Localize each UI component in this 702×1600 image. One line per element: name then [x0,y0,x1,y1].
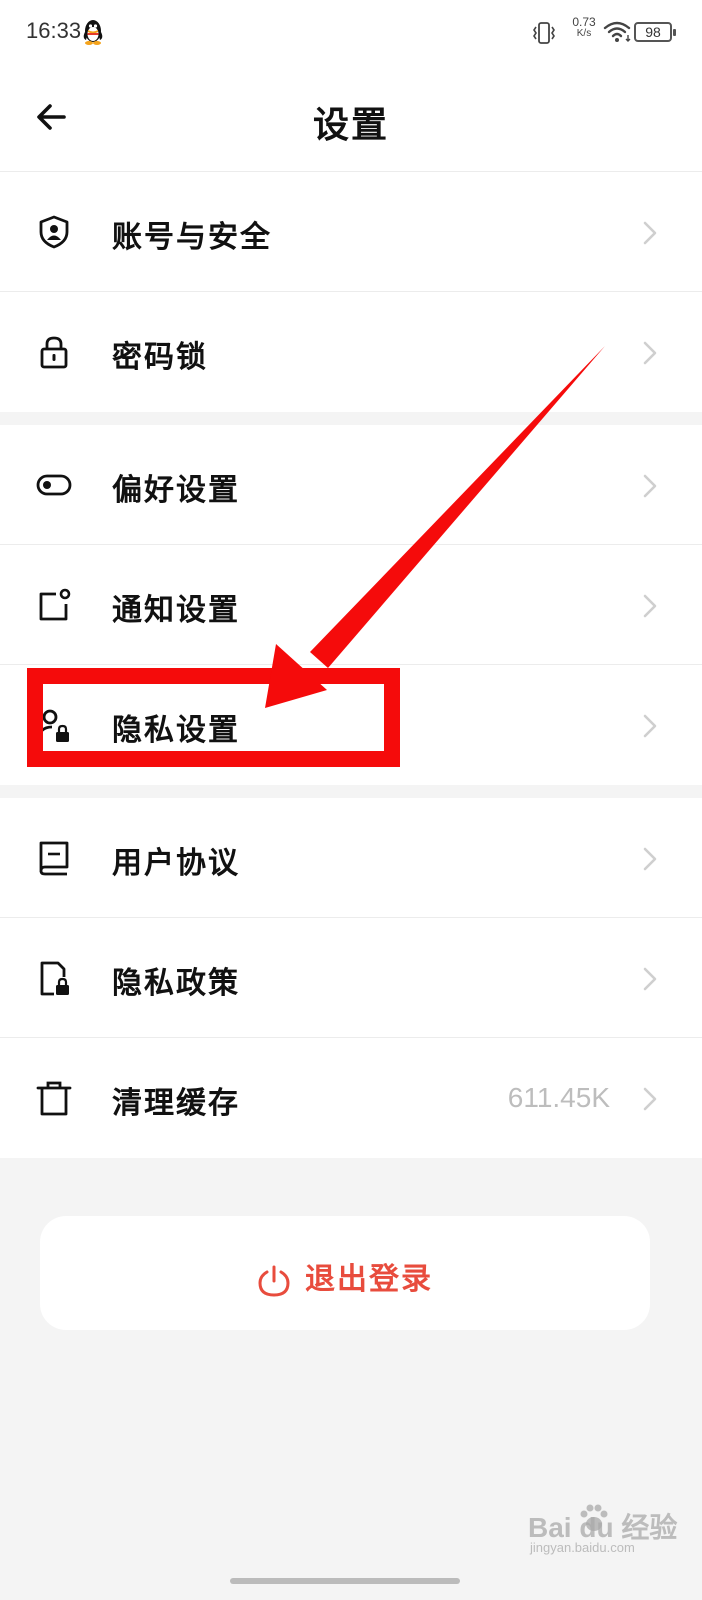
chevron-right-icon [643,594,657,618]
trash-icon [36,1081,72,1116]
settings-item-label: 隐私政策 [112,966,240,1001]
shield-user-icon [39,215,69,249]
settings-item-label: 账号与安全 [112,220,272,255]
chevron-right-icon [643,1087,657,1111]
network-speed: 0.73 K/s [566,16,602,40]
cache-size-value: 611.45K [507,1082,610,1113]
settings-item-notifications[interactable]: 通知设置 [0,545,702,665]
power-icon [258,1265,290,1297]
toggle-icon [36,474,72,496]
network-speed-unit: K/s [576,28,592,39]
settings-item-user-agreement[interactable]: 用户协议 [0,798,702,918]
logout-button[interactable]: 退出登录 [40,1216,650,1330]
settings-item-label: 偏好设置 [112,473,240,508]
home-indicator[interactable] [230,1578,460,1584]
status-time: 16:33 [26,18,82,43]
logout-content: 退出登录 [40,1254,650,1298]
chevron-right-icon [643,474,657,498]
chevron-right-icon [643,341,657,365]
settings-item-label: 密码锁 [112,340,208,375]
header: 设置 [0,66,702,172]
settings-item-label: 清理缓存 [112,1086,240,1121]
book-icon [39,841,69,876]
settings-item-label: 通知设置 [112,593,240,628]
chevron-right-icon [643,714,657,738]
settings-group-account: 账号与安全 密码锁 [0,172,702,412]
settings-item-clear-cache[interactable]: 清理缓存 611.45K [0,1038,702,1158]
settings-item-privacy-policy[interactable]: 隐私政策 [0,918,702,1038]
battery-indicator: 98 [634,22,676,42]
chevron-right-icon [643,967,657,991]
settings-group-legal: 用户协议 隐私政策 清理缓存 611.45K [0,798,702,1158]
lock-icon [40,336,68,369]
status-bar: 16:33 0.73 K/s 98 [0,0,702,66]
page-title: 设置 [312,105,389,146]
vibrate-icon [533,22,555,44]
baidu-jingyan-watermark: Bai du 经验 jingyan.baidu.com [528,1500,678,1560]
paw-icon [580,1504,608,1531]
settings-item-preferences[interactable]: 偏好设置 [0,425,702,545]
settings-item-label: 用户协议 [112,846,240,881]
network-speed-value: 0.73 [572,15,596,29]
settings-item-account-security[interactable]: 账号与安全 [0,172,702,292]
settings-item-password-lock[interactable]: 密码锁 [0,292,702,412]
chevron-right-icon [643,221,657,245]
logout-label: 退出登录 [305,1262,433,1297]
watermark-url: jingyan.baidu.com [530,1540,635,1555]
wifi-icon [603,21,631,42]
document-lock-icon [40,961,69,996]
qq-penguin-icon [83,20,103,45]
chevron-right-icon [643,847,657,871]
notification-icon [39,588,71,621]
highlight-box-annotation [27,668,400,767]
